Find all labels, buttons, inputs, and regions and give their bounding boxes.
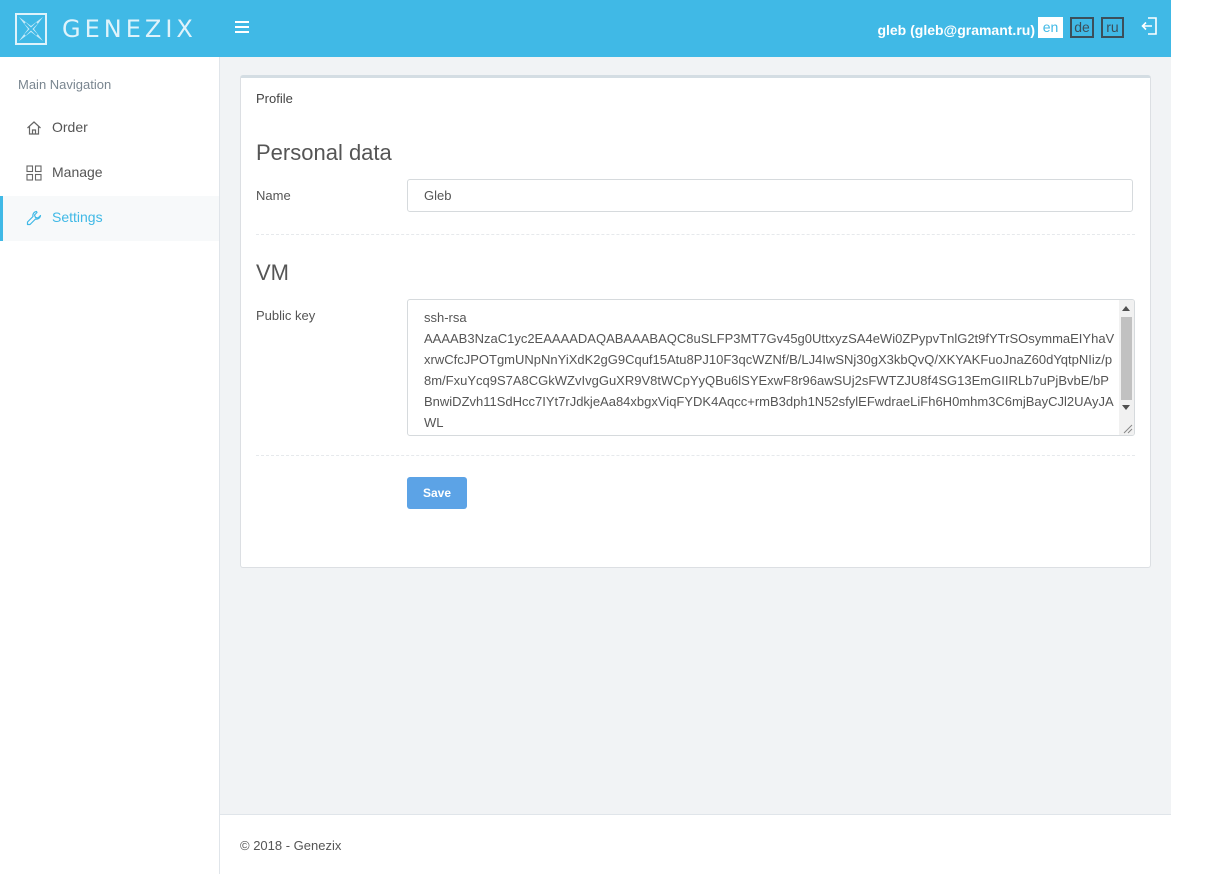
scroll-down-arrow-icon[interactable] — [1122, 405, 1130, 410]
lang-ru-button[interactable]: ru — [1101, 17, 1124, 38]
public-key-value: ssh-rsa AAAAB3NzaC1yc2EAAAADAQABAAABAQC8… — [424, 310, 1115, 430]
genezix-logo[interactable] — [15, 13, 47, 45]
public-key-label: Public key — [256, 308, 316, 323]
profile-card: Profile Personal data Name VM Public key… — [240, 75, 1151, 568]
copyright-text: © 2018 - Genezix — [240, 838, 342, 853]
page-edge — [1171, 0, 1207, 874]
menu-toggle-icon[interactable] — [235, 19, 249, 35]
personal-data-heading: Personal data — [256, 140, 392, 165]
brand-name: GENEZIX — [62, 15, 197, 43]
sidebar-item-label: Order — [52, 119, 88, 135]
section-divider — [256, 234, 1135, 235]
textarea-scrollbar[interactable] — [1119, 300, 1134, 435]
sidebar-item-settings[interactable]: Settings — [0, 196, 219, 241]
nav-heading: Main Navigation — [18, 77, 112, 92]
top-header: GENEZIX gleb (gleb@gramant.ru) en de ru — [0, 0, 1171, 57]
save-button[interactable]: Save — [407, 477, 467, 509]
logout-icon[interactable] — [1141, 17, 1158, 35]
section-divider — [256, 455, 1135, 456]
main-content: Profile Personal data Name VM Public key… — [220, 57, 1171, 814]
sidebar-item-label: Manage — [52, 164, 103, 180]
wrench-icon — [26, 210, 42, 226]
sidebar-item-order[interactable]: Order — [0, 106, 219, 151]
name-input[interactable] — [407, 179, 1133, 212]
sidebar-item-manage[interactable]: Manage — [0, 151, 219, 196]
lang-en-button[interactable]: en — [1038, 17, 1063, 38]
logo-icon — [15, 13, 47, 45]
resize-grip-icon[interactable] — [1122, 423, 1133, 434]
sidebar: Main Navigation Order Manage Settings — [0, 57, 220, 874]
sidebar-item-label: Settings — [52, 209, 103, 225]
scroll-thumb[interactable] — [1121, 317, 1132, 400]
footer: © 2018 - Genezix — [220, 814, 1171, 875]
public-key-textarea[interactable]: ssh-rsa AAAAB3NzaC1yc2EAAAADAQABAAABAQC8… — [407, 299, 1135, 436]
grid-icon — [26, 165, 42, 181]
home-icon — [27, 121, 41, 135]
scroll-up-arrow-icon[interactable] — [1122, 306, 1130, 311]
name-label: Name — [256, 188, 291, 203]
card-title: Profile — [256, 91, 293, 106]
user-name[interactable]: gleb (gleb@gramant.ru) — [877, 20, 1035, 40]
lang-de-button[interactable]: de — [1070, 17, 1094, 38]
vm-heading: VM — [256, 260, 289, 285]
